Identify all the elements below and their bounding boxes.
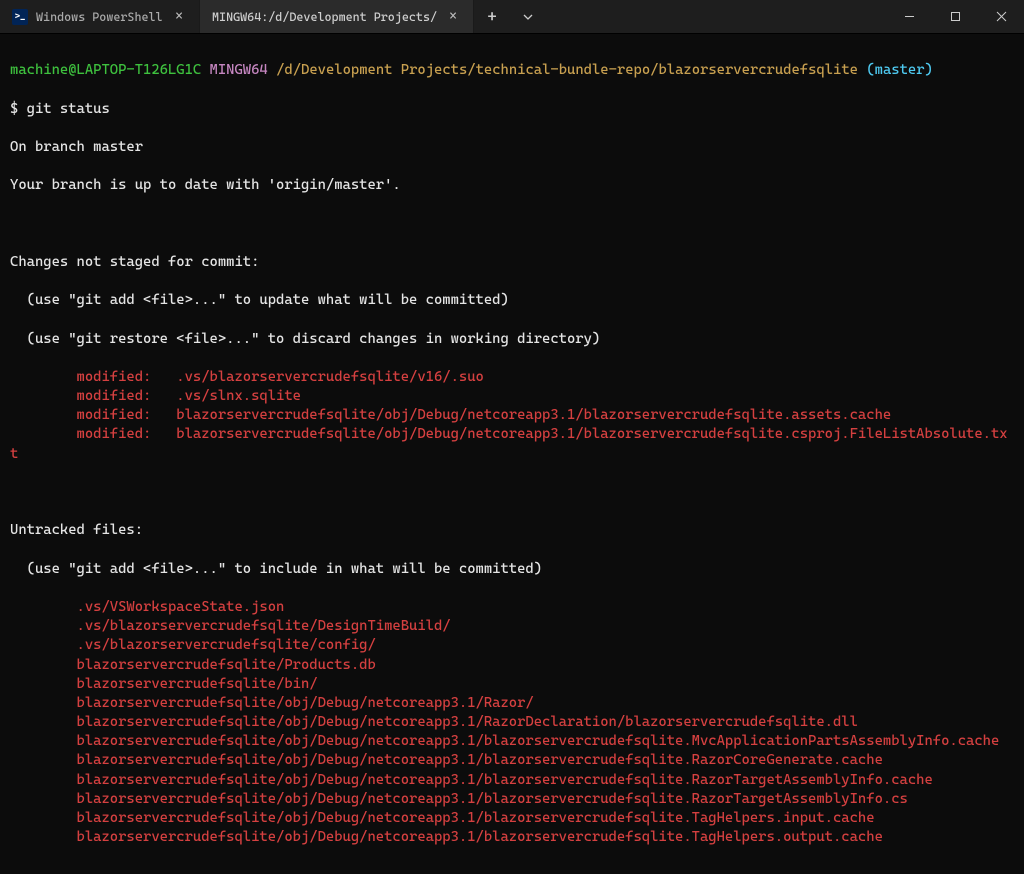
window-controls — [886, 0, 1024, 33]
tab-title: MINGW64:/d/Development Projects/ — [212, 10, 437, 24]
powershell-icon: >_ — [12, 9, 28, 25]
command-line: $ git status — [10, 100, 1014, 119]
branch-info: On branch master — [10, 138, 1014, 157]
close-button[interactable] — [978, 0, 1024, 33]
untracked-file: blazorservercrudefsqlite/obj/Debug/netco… — [10, 828, 1014, 847]
prompt-path: /d/Development Projects/technical-bundle… — [276, 62, 858, 78]
hint: (use "git restore <file>..." to discard … — [10, 330, 1014, 349]
close-icon[interactable]: × — [171, 9, 187, 25]
tab-mingw[interactable]: MINGW64:/d/Development Projects/ × — [200, 0, 474, 33]
hint: (use "git add <file>..." to include in w… — [10, 560, 1014, 579]
untracked-file: blazorservercrudefsqlite/Products.db — [10, 656, 1014, 675]
terminal-output[interactable]: machine@LAPTOP-T126LG1C MINGW64 /d/Devel… — [0, 34, 1024, 874]
untracked-file: blazorservercrudefsqlite/obj/Debug/netco… — [10, 694, 1014, 713]
prompt-user: machine@LAPTOP-T126LG1C — [10, 62, 201, 78]
not-staged-header: Changes not staged for commit: — [10, 253, 1014, 272]
tab-dropdown-button[interactable] — [510, 0, 546, 33]
untracked-file: blazorservercrudefsqlite/obj/Debug/netco… — [10, 751, 1014, 770]
titlebar-drag-area[interactable] — [546, 0, 886, 33]
untracked-file: .vs/blazorservercrudefsqlite/config/ — [10, 636, 1014, 655]
tab-powershell[interactable]: >_ Windows PowerShell × — [0, 0, 200, 33]
untracked-file: blazorservercrudefsqlite/obj/Debug/netco… — [10, 809, 1014, 828]
minimize-button[interactable] — [886, 0, 932, 33]
tab-title: Windows PowerShell — [36, 10, 163, 24]
modified-file: modified: blazorservercrudefsqlite/obj/D… — [10, 406, 1014, 425]
modified-files: modified: .vs/blazorservercrudefsqlite/v… — [10, 368, 1014, 464]
untracked-file: blazorservercrudefsqlite/obj/Debug/netco… — [10, 771, 1014, 790]
untracked-header: Untracked files: — [10, 521, 1014, 540]
untracked-file: .vs/VSWorkspaceState.json — [10, 598, 1014, 617]
untracked-file: blazorservercrudefsqlite/obj/Debug/netco… — [10, 713, 1014, 732]
maximize-button[interactable] — [932, 0, 978, 33]
hint: (use "git add <file>..." to update what … — [10, 291, 1014, 310]
untracked-file: blazorservercrudefsqlite/obj/Debug/netco… — [10, 790, 1014, 809]
untracked-files: .vs/VSWorkspaceState.json .vs/blazorserv… — [10, 598, 1014, 847]
prompt-branch: (master) — [866, 62, 933, 78]
prompt-shell: MINGW64 — [210, 62, 268, 78]
modified-file: modified: .vs/blazorservercrudefsqlite/v… — [10, 368, 1014, 387]
modified-file: modified: blazorservercrudefsqlite/obj/D… — [10, 425, 1014, 463]
titlebar: >_ Windows PowerShell × MINGW64:/d/Devel… — [0, 0, 1024, 34]
modified-file: modified: .vs/slnx.sqlite — [10, 387, 1014, 406]
untracked-file: blazorservercrudefsqlite/bin/ — [10, 675, 1014, 694]
uptodate-info: Your branch is up to date with 'origin/m… — [10, 176, 1014, 195]
prompt-line: machine@LAPTOP-T126LG1C MINGW64 /d/Devel… — [10, 61, 1014, 80]
untracked-file: .vs/blazorservercrudefsqlite/DesignTimeB… — [10, 617, 1014, 636]
close-icon[interactable]: × — [445, 9, 461, 25]
new-tab-button[interactable]: + — [474, 0, 510, 33]
untracked-file: blazorservercrudefsqlite/obj/Debug/netco… — [10, 732, 1014, 751]
